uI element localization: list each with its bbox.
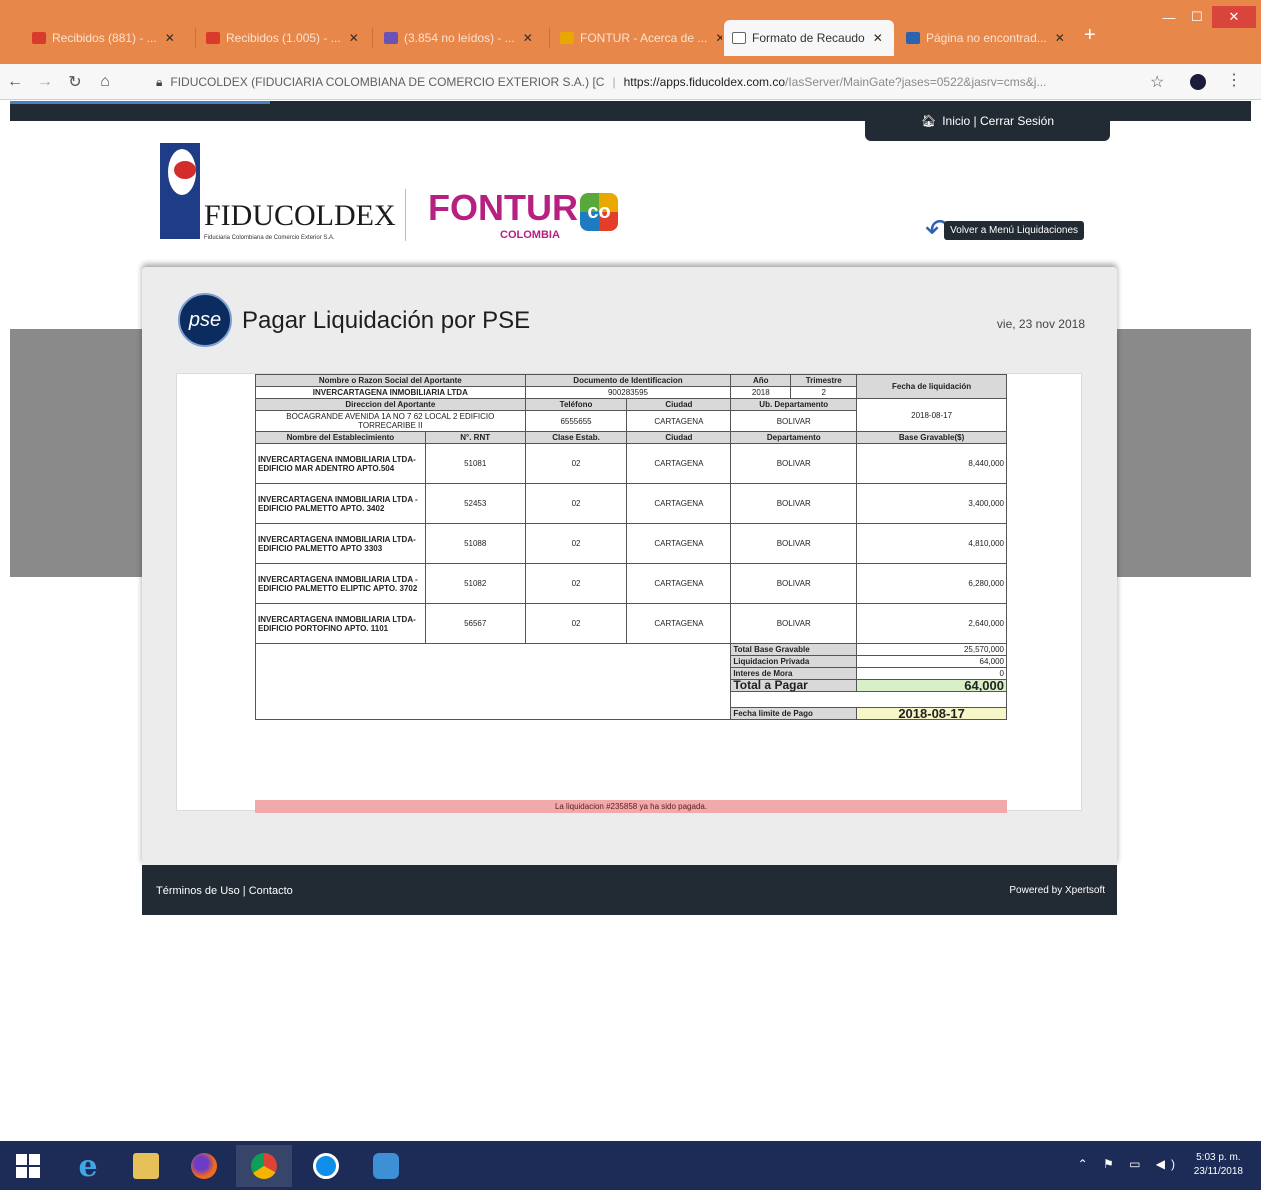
reload-icon[interactable]: ↻ (60, 72, 90, 92)
home-icon[interactable]: ⌂ (90, 73, 120, 91)
back-to-menu-button[interactable]: ↶ Volver a Menú Liquidaciones (925, 213, 1085, 248)
current-date: vie, 23 nov 2018 (996, 317, 1085, 331)
lock-icon: 🔒︎ (156, 74, 163, 89)
explorer-taskbar-button[interactable] (118, 1145, 174, 1187)
page-icon (906, 32, 920, 44)
bookmark-star-icon[interactable]: ☆ (1150, 72, 1164, 92)
fontur-icon (560, 32, 574, 44)
colombia-co-badge: co (580, 193, 618, 231)
page-title: Pagar Liquidación por PSE (242, 307, 531, 334)
browser-tab[interactable]: (3.854 no leídos) - ... ✕ (376, 20, 546, 56)
table-row: INVERCARTAGENA INMOBILIARIA LTDA - EDIFI… (255, 563, 1007, 604)
teamviewer-taskbar-button[interactable] (298, 1145, 354, 1187)
windows-icon (16, 1154, 40, 1178)
firefox-icon (191, 1153, 217, 1179)
fiducoldex-emblem (160, 143, 200, 239)
forward-icon[interactable]: → (30, 73, 60, 91)
app-icon (373, 1153, 399, 1179)
new-tab-icon[interactable]: + (1084, 24, 1096, 47)
total-a-pagar: 64,000 (856, 679, 1007, 692)
start-button[interactable] (0, 1145, 56, 1187)
table-row: INVERCARTAGENA INMOBILIARIA LTDA - EDIFI… (255, 483, 1007, 524)
back-icon[interactable]: ← (0, 73, 30, 91)
menu-icon[interactable]: ⋮ (1226, 70, 1242, 90)
windows-taskbar: e ⌃ ⚑ ▭ ◀︎) 5:03 p. m. 23/11/2018 (0, 1141, 1261, 1190)
gmail-icon (206, 32, 220, 44)
web-page: 🏠︎ Inicio | Cerrar Sesión FIDUCOLDEX Fid… (10, 101, 1251, 1141)
browser-tab-strip: Recibidos (881) - ... ✕ Recibidos (1.005… (0, 0, 1261, 64)
internet-explorer-icon: e (78, 1148, 98, 1184)
page-footer: Términos de Uso | Contacto Powered by Xp… (142, 865, 1117, 915)
browser-toolbar: ← → ↻ ⌂ 🔒︎ FIDUCOLDEX (FIDUCIARIA COLOMB… (0, 64, 1261, 100)
taskbar-clock[interactable]: 5:03 p. m. 23/11/2018 (1194, 1151, 1243, 1179)
close-tab-icon[interactable]: ✕ (165, 31, 175, 45)
table-row: INVERCARTAGENA INMOBILIARIA LTDA- EDIFIC… (255, 603, 1007, 644)
browser-tab[interactable]: Recibidos (881) - ... ✕ (24, 20, 192, 56)
table-row: INVERCARTAGENA INMOBILIARIA LTDA- EDIFIC… (255, 443, 1007, 484)
powered-by: Powered by Xpertsoft (1009, 885, 1105, 896)
gmail-icon (32, 32, 46, 44)
user-menu[interactable]: 🏠︎ Inicio | Cerrar Sesión (865, 101, 1110, 141)
close-tab-icon[interactable]: ✕ (715, 31, 722, 45)
close-tab-icon[interactable]: ✕ (523, 31, 533, 45)
profile-avatar[interactable] (1190, 74, 1206, 90)
home-icon: 🏠︎ (920, 114, 937, 128)
pse-logo: pse (178, 293, 232, 347)
accent-line (10, 101, 270, 104)
logo-divider (405, 189, 406, 241)
table-row: INVERCARTAGENA INMOBILIARIA LTDA- EDIFIC… (255, 523, 1007, 564)
ie-taskbar-button[interactable]: e (60, 1145, 116, 1187)
chrome-icon (251, 1153, 277, 1179)
fontur-logo: FONTUR COLOMBIA co (428, 187, 618, 241)
chrome-taskbar-button[interactable] (236, 1145, 292, 1187)
browser-tab[interactable]: FONTUR - Acerca de ... ✕ (552, 20, 722, 56)
file-explorer-icon (133, 1153, 159, 1179)
close-tab-icon[interactable]: ✕ (1055, 31, 1065, 45)
browser-tab[interactable]: Recibidos (1.005) - ... ✕ (198, 20, 370, 56)
close-tab-icon[interactable]: ✕ (349, 31, 359, 45)
mail-icon (384, 32, 398, 44)
browser-tab[interactable]: Página no encontrad... ✕ (898, 20, 1070, 56)
browser-tab-active[interactable]: Formato de Recaudo ✕ (724, 20, 894, 56)
paid-notice: La liquidacion #235858 ya ha sido pagada… (255, 800, 1007, 813)
maximize-icon[interactable]: ☐ (1178, 6, 1216, 28)
close-tab-icon[interactable]: ✕ (873, 31, 883, 45)
teamviewer-icon (313, 1153, 339, 1179)
document-icon (732, 32, 746, 44)
system-tray[interactable]: ⌃ ⚑ ▭ ◀︎) (1078, 1157, 1181, 1171)
app-taskbar-button[interactable] (358, 1145, 414, 1187)
liquidation-table: Nombre o Razon Social del Aportante Docu… (254, 374, 1007, 720)
footer-links[interactable]: Términos de Uso | Contacto (156, 885, 293, 897)
close-window-icon[interactable]: ✕ (1212, 6, 1256, 28)
liquidation-panel: Nombre o Razon Social del Aportante Docu… (176, 373, 1082, 813)
fecha-limite-pago: 2018-08-17 (856, 707, 1007, 720)
firefox-taskbar-button[interactable] (176, 1145, 232, 1187)
address-bar[interactable]: 🔒︎ FIDUCOLDEX (FIDUCIARIA COLOMBIANA DE … (152, 68, 1147, 96)
payment-card: pse Pagar Liquidación por PSE vie, 23 no… (142, 267, 1117, 867)
